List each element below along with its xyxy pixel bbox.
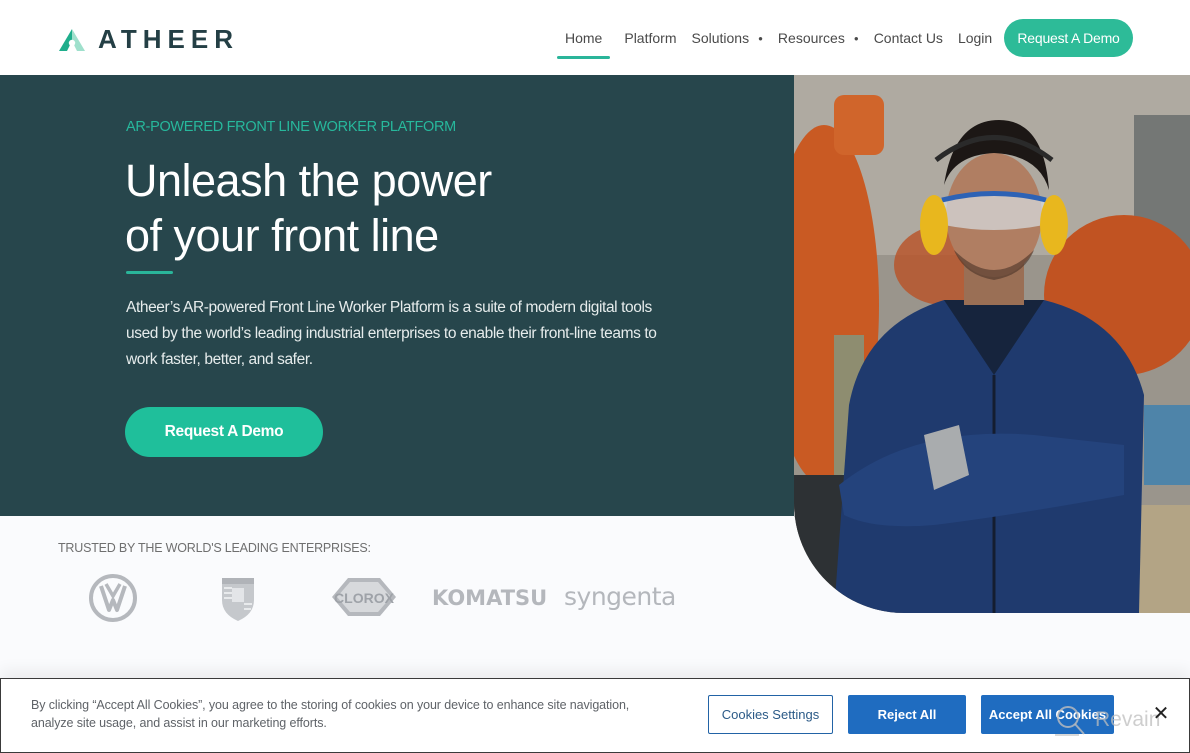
headline-line-2: of your front line bbox=[125, 210, 439, 261]
cookies-settings-button[interactable]: Cookies Settings bbox=[708, 695, 833, 734]
nav-login[interactable]: Login bbox=[958, 18, 992, 58]
nav-platform-label: Platform bbox=[624, 30, 677, 46]
nav-platform[interactable]: Platform bbox=[624, 18, 676, 58]
header-request-demo-button[interactable]: Request A Demo bbox=[1004, 19, 1133, 57]
nav-login-label: Login bbox=[957, 30, 993, 46]
trusted-by-label: TRUSTED BY THE WORLD'S LEADING ENTERPRIS… bbox=[58, 541, 371, 555]
cookie-consent-banner: By clicking “Accept All Cookies”, you ag… bbox=[0, 678, 1190, 753]
worker-illustration bbox=[794, 75, 1190, 613]
accept-all-cookies-button[interactable]: Accept All Cookies bbox=[981, 695, 1114, 734]
vw-logo bbox=[89, 574, 137, 622]
nav-contact-us[interactable]: Contact Us bbox=[874, 18, 943, 58]
nav-contact-label: Contact Us bbox=[873, 30, 943, 46]
syngenta-logo: syngenta bbox=[564, 582, 676, 611]
chevron-down-icon: ● bbox=[758, 33, 763, 43]
reject-all-button[interactable]: Reject All bbox=[848, 695, 966, 734]
komatsu-logo: KOMATSU bbox=[432, 586, 548, 610]
nav-home[interactable]: Home bbox=[556, 18, 611, 59]
close-icon[interactable]: ✕ bbox=[1151, 701, 1171, 725]
headline-line-1: Unleash the power bbox=[125, 155, 492, 206]
brand-name: ATHEER bbox=[98, 24, 239, 54]
main-nav: Home Platform Solutions ● Resources ● Cont… bbox=[556, 18, 1007, 59]
chevron-down-icon: ● bbox=[853, 33, 859, 43]
hero-request-demo-button[interactable]: Request A Demo bbox=[125, 407, 323, 457]
hero-worker-photo bbox=[794, 75, 1190, 613]
hero-description: Atheer’s AR-powered Front Line Worker Pl… bbox=[126, 299, 657, 368]
nav-resources-label: Resources bbox=[777, 30, 845, 46]
headline-accent-divider bbox=[126, 271, 173, 274]
nav-home-label: Home bbox=[565, 30, 603, 46]
cookie-notice-text: By clicking “Accept All Cookies”, you ag… bbox=[31, 698, 630, 730]
svg-text:CLOROX: CLOROX bbox=[334, 590, 395, 606]
hero-eyebrow: AR-POWERED FRONT LINE WORKER PLATFORM bbox=[126, 119, 456, 135]
nav-solutions[interactable]: Solutions ● bbox=[691, 18, 762, 58]
porsche-crest-logo bbox=[220, 574, 256, 622]
nav-resources[interactable]: Resources ● bbox=[778, 18, 859, 58]
atheer-logo[interactable]: ATHEER bbox=[58, 24, 239, 55]
hero-section: AR-POWERED FRONT LINE WORKER PLATFORM Un… bbox=[0, 75, 794, 516]
hero-headline: Unleash the power of your front line bbox=[125, 153, 492, 263]
site-header: ATHEER Home Platform Solutions ● Resource… bbox=[0, 0, 1190, 75]
clorox-logo: CLOROX bbox=[330, 576, 398, 618]
atheer-logo-icon bbox=[59, 28, 85, 51]
nav-solutions-label: Solutions bbox=[691, 30, 750, 46]
